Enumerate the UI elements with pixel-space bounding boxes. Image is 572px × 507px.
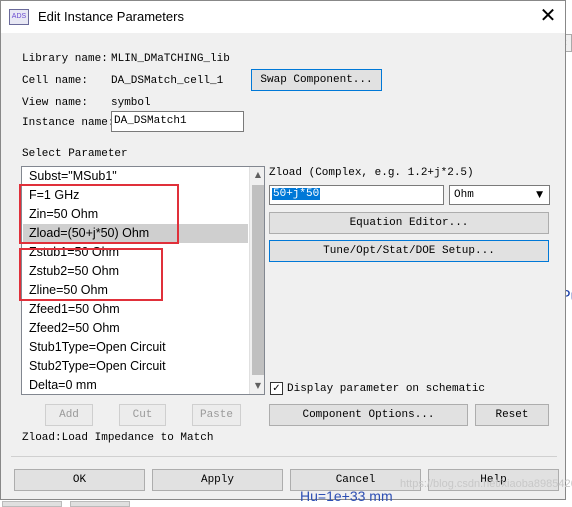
schematic-parameter-text: Hu=1e+33 mm: [300, 488, 393, 504]
schematic-bottom-strip: [0, 500, 572, 507]
parameter-description: Zload:Load Impedance to Match: [22, 432, 214, 444]
zload-value-input[interactable]: 50+j*50: [269, 185, 444, 205]
annotation-box-top: [19, 184, 179, 244]
display-parameter-label: Display parameter on schematic: [287, 383, 486, 395]
paste-button[interactable]: Paste: [192, 404, 241, 426]
tune-opt-setup-button[interactable]: Tune/Opt/Stat/DOE Setup...: [269, 240, 549, 262]
component-options-button[interactable]: Component Options...: [269, 404, 468, 426]
zload-field-label: Zload (Complex, e.g. 1.2+j*2.5): [269, 167, 474, 179]
list-item[interactable]: Stub1Type=Open Circuit: [23, 338, 248, 357]
unit-select[interactable]: Ohm ▼: [449, 185, 550, 205]
annotation-box-bottom: [19, 248, 163, 301]
cut-button[interactable]: Cut: [119, 404, 166, 426]
add-button[interactable]: Add: [45, 404, 93, 426]
cell-value: DA_DSMatch_cell_1: [111, 75, 224, 87]
edit-instance-dialog: ADS Edit Instance Parameters ✕ Library n…: [0, 0, 566, 500]
library-label: Library name:: [22, 53, 108, 65]
unit-select-value: Ohm: [454, 189, 474, 201]
watermark-text: https://blog.csdn.net/xiaoba8985426: [400, 478, 572, 490]
select-parameter-label: Select Parameter: [22, 148, 128, 160]
scroll-up-icon[interactable]: ▲: [250, 167, 264, 183]
equation-editor-button[interactable]: Equation Editor...: [269, 212, 549, 234]
chevron-down-icon: ▼: [536, 190, 543, 200]
taskbar-item[interactable]: [70, 501, 130, 507]
list-item[interactable]: Zfeed2=50 Ohm: [23, 319, 248, 338]
dialog-title: Edit Instance Parameters: [38, 9, 184, 24]
parameter-list-scrollbar[interactable]: ▲ ▼: [249, 167, 264, 394]
instance-label: Instance name:: [22, 117, 115, 129]
view-label: View name:: [22, 97, 89, 109]
cell-label: Cell name:: [22, 75, 89, 87]
swap-component-button[interactable]: Swap Component...: [251, 69, 382, 91]
ok-button[interactable]: OK: [14, 469, 145, 491]
scroll-down-icon[interactable]: ▼: [250, 378, 264, 394]
list-item[interactable]: Stub2Type=Open Circuit: [23, 357, 248, 376]
view-value: symbol: [111, 97, 151, 109]
title-bar: ADS Edit Instance Parameters ✕: [1, 1, 565, 33]
reset-button[interactable]: Reset: [475, 404, 549, 426]
footer-divider: [11, 456, 557, 457]
ads-app-icon: ADS: [9, 9, 29, 25]
scroll-thumb[interactable]: [252, 185, 264, 375]
close-icon[interactable]: ✕: [533, 4, 563, 30]
apply-button[interactable]: Apply: [152, 469, 283, 491]
list-item[interactable]: Delta=0 mm: [23, 376, 248, 394]
taskbar-item[interactable]: [2, 501, 62, 507]
instance-name-input[interactable]: DA_DSMatch1: [111, 111, 244, 132]
zload-value-text: 50+j*50: [272, 188, 321, 200]
display-parameter-checkbox[interactable]: ✓: [270, 382, 283, 395]
library-value: MLIN_DMaTCHING_lib: [111, 53, 230, 65]
list-item[interactable]: Zfeed1=50 Ohm: [23, 300, 248, 319]
